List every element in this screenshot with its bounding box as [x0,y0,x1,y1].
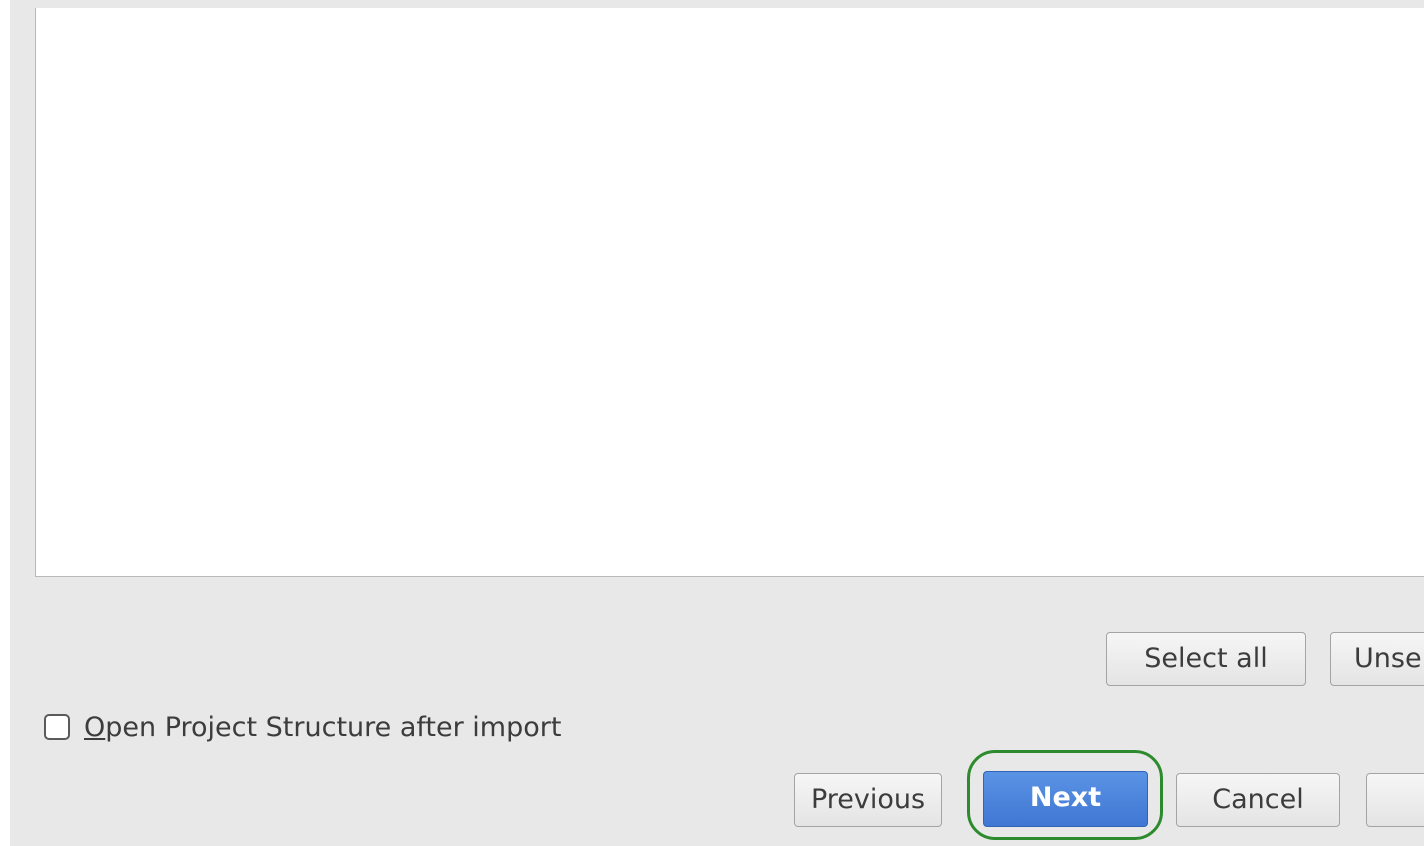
window-edge [0,0,10,846]
open-project-structure-mnemonic: O [84,711,106,743]
unselect-all-button[interactable]: Unse [1330,632,1424,686]
open-project-structure-option[interactable]: Open Project Structure after import [44,707,561,747]
import-wizard-dialog: Select all Unse Open Project Structure a… [10,0,1424,846]
open-project-structure-label: Open Project Structure after import [84,712,561,743]
finish-button[interactable] [1366,773,1424,827]
open-project-structure-checkbox[interactable] [44,714,70,740]
previous-button[interactable]: Previous [794,773,942,827]
select-all-button[interactable]: Select all [1106,632,1306,686]
open-project-structure-label-rest: pen Project Structure after import [105,711,562,743]
cancel-button[interactable]: Cancel [1176,773,1340,827]
module-list-panel[interactable] [35,8,1424,577]
next-button[interactable]: Next [983,771,1148,827]
